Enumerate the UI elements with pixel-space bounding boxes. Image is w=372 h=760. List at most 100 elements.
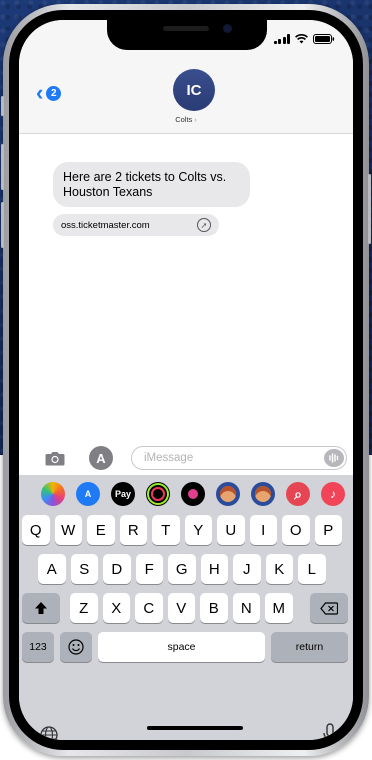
key-c-label: C [143,599,155,617]
wifi-icon [295,34,308,44]
key-m[interactable]: M [265,593,293,623]
dictation-mic-icon[interactable] [322,723,338,740]
message-input[interactable]: iMessage [131,446,347,470]
key-x[interactable]: X [102,593,130,623]
key-g-label: G [175,560,188,578]
camera-button[interactable] [45,450,65,466]
key-a[interactable]: A [38,554,66,584]
key-c[interactable]: C [135,593,163,623]
key-t-label: T [161,521,171,539]
key-s[interactable]: S [70,554,98,584]
key-m-label: M [272,599,286,617]
return-key[interactable]: return [271,632,348,662]
activity-icon[interactable] [146,482,170,506]
link-preview[interactable]: oss.ticketmaster.com ➚ [53,214,219,236]
return-key-label: return [295,641,324,653]
emoji-key[interactable] [60,632,92,662]
key-h[interactable]: H [200,554,228,584]
audio-message-button[interactable] [324,449,344,467]
notch [107,20,267,50]
key-v[interactable]: V [167,593,195,623]
key-d[interactable]: D [103,554,131,584]
app-store-icon: A [96,450,106,466]
app-store-button[interactable]: A [89,446,113,470]
key-z[interactable]: Z [70,593,98,623]
key-b-label: B [208,599,219,617]
keyboard: A Pay ⌕ ♪ Q W E R T Y U I O P A S D F G H J K L Z X C V B N M 123 spac… [19,475,353,740]
key-b[interactable]: B [200,593,228,623]
key-g[interactable]: G [168,554,196,584]
key-p[interactable]: P [314,515,342,545]
delete-icon [320,601,338,615]
app-strip: A Pay ⌕ ♪ [19,475,353,513]
space-key[interactable]: space [98,632,265,662]
phone-frame: ‹ 2 IC Colts › Here are 2 tickets to Col… [1,4,371,756]
key-q[interactable]: Q [22,515,50,545]
key-r[interactable]: R [119,515,147,545]
digital-touch-icon[interactable] [181,482,205,506]
music-icon[interactable]: ♪ [321,482,345,506]
key-k-label: K [274,560,285,578]
numbers-key[interactable]: 123 [22,632,54,662]
silent-switch [1,96,4,116]
key-x-label: X [111,599,122,617]
app-store-icon[interactable]: A [76,482,100,506]
chevron-right-icon: › [194,115,197,124]
numbers-key-label: 123 [29,641,47,653]
key-e[interactable]: E [87,515,115,545]
contact-name[interactable]: Colts › [19,115,353,124]
key-y-label: Y [193,521,204,539]
key-f-label: F [144,560,154,578]
memoji-2-icon[interactable] [251,482,275,506]
unread-badge: 2 [46,85,62,101]
key-o[interactable]: O [282,515,310,545]
key-q-label: Q [29,521,42,539]
screen: ‹ 2 IC Colts › Here are 2 tickets to Col… [19,20,353,740]
front-camera [223,24,232,33]
back-button[interactable]: ‹ 2 [36,80,62,105]
apple-pay-icon[interactable]: Pay [111,482,135,506]
key-e-label: E [95,521,106,539]
waveform-icon [329,453,339,463]
key-u-label: U [225,521,237,539]
globe-icon[interactable] [39,725,59,740]
delete-key[interactable] [310,593,348,623]
volume-down-button [1,202,4,248]
key-n-label: N [240,599,252,617]
key-n[interactable]: N [232,593,260,623]
key-s-label: S [79,560,90,578]
chevron-left-icon: ‹ [36,80,44,105]
avatar[interactable]: IC [173,69,215,111]
key-l[interactable]: L [298,554,326,584]
key-v-label: V [176,599,187,617]
compass-icon: ➚ [197,218,211,232]
apple-pay-label: Pay [114,489,131,499]
key-y[interactable]: Y [184,515,212,545]
link-domain: oss.ticketmaster.com [61,219,150,231]
power-button [368,174,371,244]
cellular-signal-icon [273,34,290,44]
key-k[interactable]: K [265,554,293,584]
key-w[interactable]: W [54,515,82,545]
photos-app-icon[interactable] [41,482,65,506]
key-z-label: Z [79,599,89,617]
key-j[interactable]: J [233,554,261,584]
speaker-grille [163,26,209,31]
key-j-label: J [243,560,251,578]
key-f[interactable]: F [135,554,163,584]
volume-up-button [1,144,4,190]
key-h-label: H [208,560,220,578]
key-i[interactable]: I [249,515,277,545]
key-r-label: R [127,521,139,539]
images-search-icon[interactable]: ⌕ [286,482,310,506]
phone-bezel: ‹ 2 IC Colts › Here are 2 tickets to Col… [9,10,363,750]
shift-key[interactable] [22,593,60,623]
key-d-label: D [111,560,123,578]
key-t[interactable]: T [152,515,180,545]
battery-icon [313,34,335,44]
emoji-icon [68,639,84,655]
key-u[interactable]: U [217,515,245,545]
memoji-1-icon[interactable] [216,482,240,506]
message-bubble[interactable]: Here are 2 tickets to Colts vs. Houston … [53,162,250,207]
contact-name-label: Colts [175,115,193,124]
